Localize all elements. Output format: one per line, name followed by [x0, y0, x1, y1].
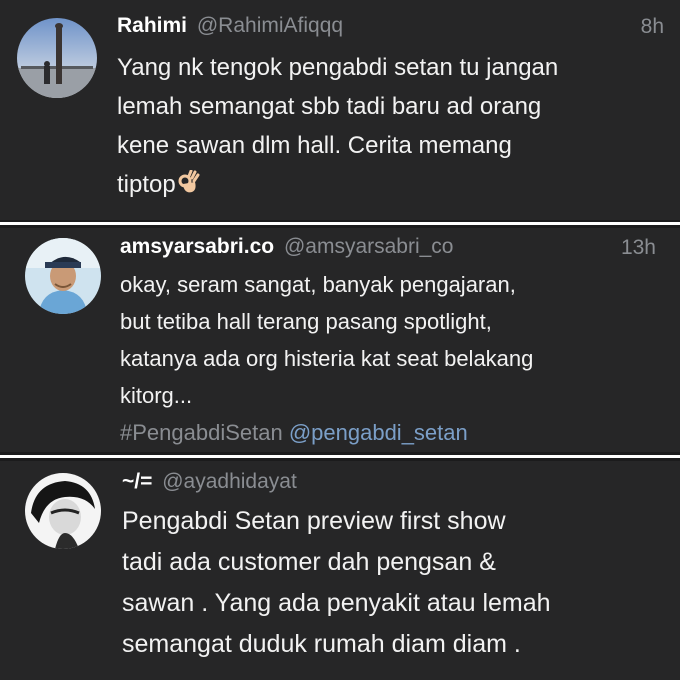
tweet-line: tadi ada customer dah pengsan & [122, 548, 496, 576]
tweet-line: Yang nk tengok pengabdi setan tu jangan [117, 54, 559, 81]
timestamp: 8h [640, 15, 664, 38]
tweet-card[interactable]: Rahimi @RahimiAfiqqq 8h Yang nk tengok p… [0, 0, 680, 220]
ok-hand-emoji-icon [176, 169, 202, 208]
author-name[interactable]: amsyarsabri.co [120, 235, 274, 258]
tweet-line: Pengabdi Setan preview first show [122, 507, 506, 535]
author-handle[interactable]: @amsyarsabri_co [284, 235, 454, 258]
tweet-line: tiptop [117, 171, 176, 198]
tweet-line: kene sawan dlm hall. Cerita memang [117, 132, 512, 159]
tweet-line: katanya ada org histeria kat seat belaka… [120, 346, 534, 371]
author-handle[interactable]: @RahimiAfiqqq [197, 14, 343, 37]
avatar[interactable] [25, 473, 101, 549]
tweet-line: sawan . Yang ada penyakit atau lemah [122, 589, 551, 617]
tweet-line: but tetiba hall terang pasang spotlight, [120, 309, 492, 334]
tweet-card[interactable]: ~/= @ayadhidayat Pengabdi Setan preview … [0, 461, 680, 680]
tweet-text: okay, seram sangat, banyak pengajaran, b… [120, 266, 533, 451]
tweet-card[interactable]: amsyarsabri.co @amsyarsabri_co 13h okay,… [0, 228, 680, 452]
author-handle[interactable]: @ayadhidayat [162, 470, 297, 493]
author-name[interactable]: Rahimi [117, 14, 187, 37]
tweet-text: Pengabdi Setan preview first show tadi a… [122, 501, 551, 665]
tweet-line: okay, seram sangat, banyak pengajaran, [120, 272, 516, 297]
tweet-text: Yang nk tengok pengabdi setan tu jangan … [117, 48, 558, 208]
mention-link[interactable]: @pengabdi_setan [289, 420, 468, 445]
hashtag-link[interactable]: #PengabdiSetan [120, 420, 283, 445]
tweet-line: lemah semangat sbb tadi baru ad orang [117, 93, 542, 120]
divider [0, 222, 680, 225]
tweet-line: semangat duduk rumah diam diam . [122, 630, 521, 658]
avatar[interactable] [17, 18, 97, 98]
author-name[interactable]: ~/= [122, 470, 152, 493]
avatar[interactable] [25, 238, 101, 314]
divider [0, 455, 680, 458]
tweet-line: kitorg... [120, 383, 193, 408]
timestamp: 13h [620, 236, 656, 259]
